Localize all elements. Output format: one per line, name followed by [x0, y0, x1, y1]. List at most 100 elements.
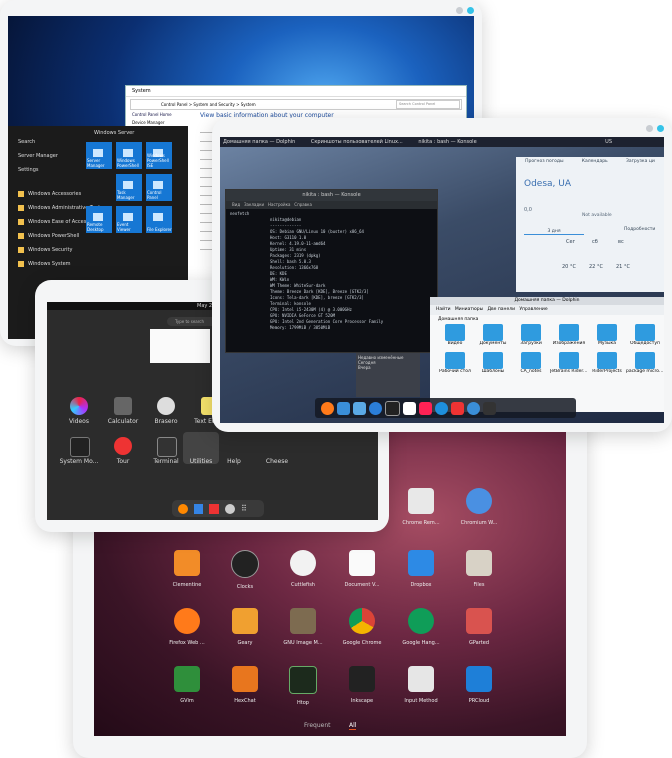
file-item[interactable]: package microsoft deb	[626, 352, 664, 374]
app-cuttlefish[interactable]: Cuttlefish	[270, 550, 336, 588]
control-panel-home-link[interactable]: Control Panel Home	[132, 112, 172, 117]
app-hexchat[interactable]: HexChat	[212, 666, 278, 704]
tab-calendar[interactable]: Календарь	[582, 157, 608, 167]
software-icon[interactable]	[209, 503, 219, 514]
office-icon[interactable]	[419, 401, 432, 415]
brasero-icon[interactable]	[157, 397, 175, 415]
app-label: Document V...	[344, 582, 380, 588]
app-chrome-remote[interactable]: Chrome Rem...	[388, 488, 454, 526]
file-item[interactable]: Видео	[436, 324, 474, 346]
app-google-chrome[interactable]: Google Chrome	[329, 608, 395, 646]
system-monitor-icon[interactable]	[70, 437, 90, 457]
task-browser[interactable]: Скриншоты пользователей Linux...	[311, 139, 403, 145]
videos-icon[interactable]	[70, 397, 88, 415]
app-htop[interactable]: Htop	[270, 666, 336, 706]
window-thumbnail[interactable]	[150, 329, 210, 363]
tile-server-manager[interactable]: Server Manager	[86, 142, 112, 169]
app-gparted[interactable]: GParted	[446, 608, 512, 646]
weather-details[interactable]: Подробности	[624, 227, 655, 232]
download-icon[interactable]	[451, 401, 464, 415]
app-clementine[interactable]: Clementine	[154, 550, 220, 588]
menu-bookmarks[interactable]: Закладки	[244, 202, 264, 207]
tab-find[interactable]: Найти	[436, 307, 451, 312]
top-bar-date[interactable]: May 2	[197, 303, 212, 309]
task-dolphin[interactable]: Домашняя папка — Dolphin	[223, 139, 295, 145]
app-gimp[interactable]: GNU Image M...	[270, 608, 336, 646]
menu-help[interactable]: Справка	[294, 202, 312, 207]
tile-control-panel[interactable]: Control Panel	[146, 174, 172, 201]
discover-icon[interactable]	[369, 401, 382, 415]
tab-frequent[interactable]: Frequent	[304, 722, 331, 729]
file-item[interactable]: Изображения	[550, 324, 588, 346]
tab-thumbnails[interactable]: Миниатюры	[455, 307, 483, 312]
app-dropbox[interactable]: Dropbox	[388, 550, 454, 588]
device-manager-link[interactable]: Device Manager	[132, 120, 164, 125]
terminal-icon[interactable]	[157, 437, 177, 457]
file-item[interactable]: Музыка	[588, 324, 626, 346]
calculator-icon[interactable]	[114, 397, 132, 415]
keyboard-layout[interactable]: US	[605, 137, 612, 147]
tile-powershell-ise[interactable]: Windows PowerShell ISE	[146, 142, 172, 169]
file-item[interactable]: Шаблоны	[474, 352, 512, 374]
weather-widget: Прогноз погоды Календарь Загрузка ци Ode…	[516, 157, 664, 292]
chromium-icon	[466, 488, 492, 514]
app-document-viewer[interactable]: Document V...	[329, 550, 395, 588]
konsole-window[interactable]: nikita : bash — Konsole Вид Закладки Нас…	[225, 189, 438, 353]
mail-icon[interactable]	[337, 401, 350, 415]
settings-icon[interactable]	[225, 503, 235, 514]
control-panel-search[interactable]: Search Control Panel	[396, 100, 460, 109]
app-inkscape[interactable]: Inkscape	[329, 666, 395, 704]
file-item[interactable]: RiderProjects	[588, 352, 626, 374]
file-item[interactable]: Рабочий стол	[436, 352, 474, 374]
tab-load[interactable]: Загрузка ци	[626, 157, 655, 167]
firefox-icon[interactable]	[178, 503, 188, 514]
tile-powershell[interactable]: Windows PowerShell	[116, 142, 142, 169]
tile-event-viewer[interactable]: Event Viewer	[116, 206, 142, 233]
tab-manage[interactable]: Управление	[519, 307, 547, 312]
app-google-hangouts[interactable]: Google Hang...	[388, 608, 454, 646]
start-item-system[interactable]: Windows System	[18, 258, 188, 270]
app-prcloud[interactable]: PRCloud	[446, 666, 512, 704]
tile-remote-desktop[interactable]: Remote Desktop	[86, 206, 112, 233]
htop-icon	[289, 666, 317, 694]
steam-icon[interactable]	[483, 401, 496, 415]
tab-weather[interactable]: Прогноз погоды	[525, 157, 563, 167]
firefox-icon[interactable]	[321, 401, 334, 415]
file-item[interactable]: Общедоступ	[626, 324, 664, 346]
keyboard-icon	[408, 666, 434, 692]
tab-all[interactable]: All	[349, 722, 357, 730]
app-input-method[interactable]: Input Method	[388, 666, 454, 704]
terminal-icon[interactable]	[385, 400, 400, 416]
terminal-output[interactable]: neofetch nikita@debian ------------- OS: De…	[230, 211, 437, 331]
app-files[interactable]: Files	[446, 550, 512, 588]
files-icon[interactable]	[194, 503, 203, 514]
app-clocks[interactable]: Clocks	[212, 550, 278, 590]
forecast-range[interactable]: 3 дня	[524, 229, 584, 235]
tile-file-explorer[interactable]: File Explorer	[146, 206, 172, 233]
document-viewer-icon	[349, 550, 375, 576]
recent-yesterday[interactable]: Вчера	[358, 365, 418, 370]
app-firefox[interactable]: Firefox Web ...	[154, 608, 220, 646]
cloud-icon	[466, 666, 492, 692]
app-label: Help	[227, 458, 241, 465]
telegram-icon[interactable]	[435, 401, 448, 415]
start-item-security[interactable]: Windows Security	[18, 244, 188, 256]
app-grid-icon[interactable]: ⠿	[241, 504, 251, 514]
app-chromium[interactable]: Chromium W...	[446, 488, 512, 526]
settings-icon[interactable]	[467, 401, 480, 415]
menu-view[interactable]: Вид	[232, 202, 240, 207]
tab-split[interactable]: Две панели	[487, 307, 515, 312]
file-item[interactable]: Загрузки	[512, 324, 550, 346]
menu-settings[interactable]: Настройка	[268, 202, 290, 207]
document-icon[interactable]	[403, 401, 416, 415]
dolphin-window[interactable]: Домашняя папка — Dolphin Найти Миниатюры…	[430, 297, 664, 412]
file-item[interactable]: CA_notes	[512, 352, 550, 374]
file-item[interactable]: Документы	[474, 324, 512, 346]
file-item[interactable]: JetBrains Rider-2020.2.4	[550, 352, 588, 374]
tour-icon[interactable]	[114, 437, 132, 455]
tile-task-manager[interactable]: Task Manager	[116, 174, 142, 201]
task-konsole[interactable]: nikita : bash — Konsole	[418, 139, 476, 145]
files-icon[interactable]	[353, 401, 366, 415]
app-geary[interactable]: Geary	[212, 608, 278, 646]
app-gvim[interactable]: GVim	[154, 666, 220, 704]
